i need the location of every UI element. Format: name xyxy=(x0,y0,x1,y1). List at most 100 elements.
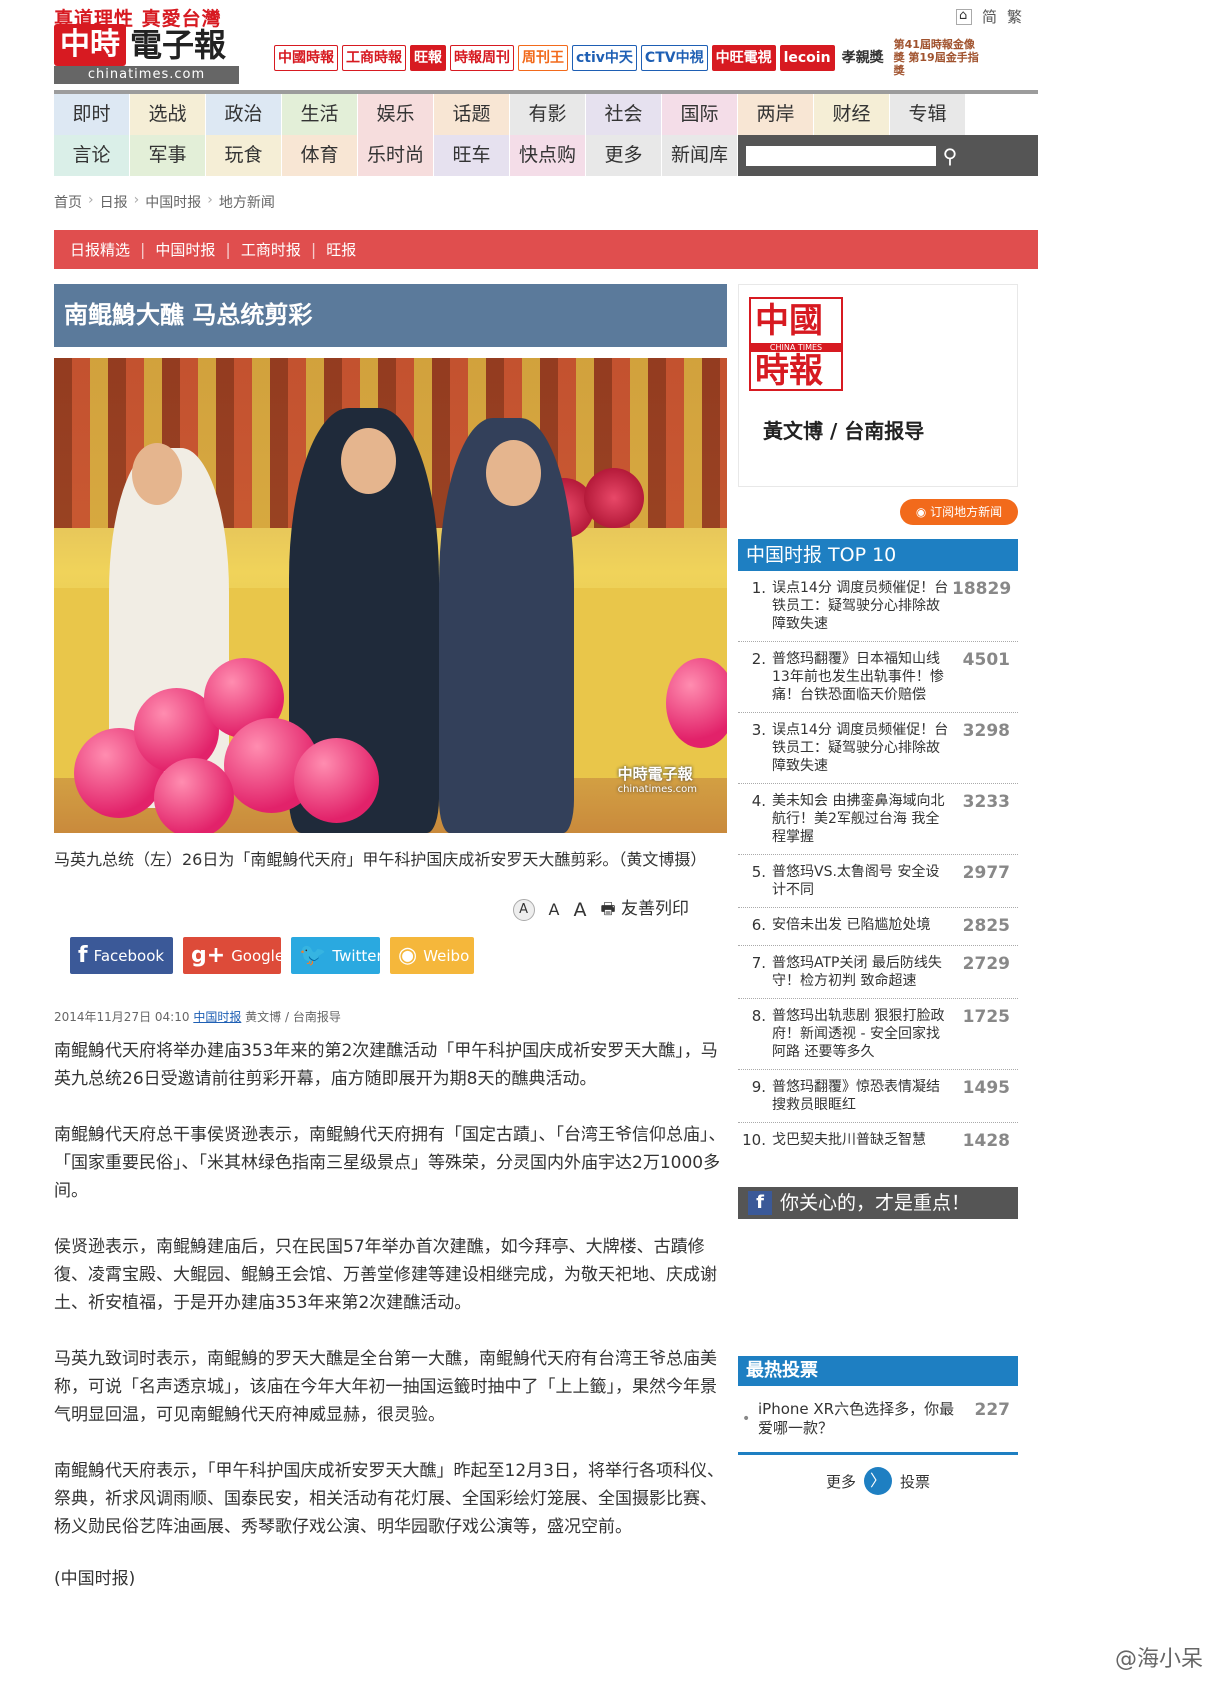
subnav-item[interactable]: 日报精选 xyxy=(70,239,130,260)
partner-link[interactable]: 中國時報 xyxy=(274,44,338,71)
breadcrumb-item[interactable]: 首页 xyxy=(54,192,82,212)
share-google-button[interactable]: g+ Google+ xyxy=(183,937,297,974)
font-size-large[interactable]: A xyxy=(573,899,586,921)
partner-link[interactable]: 周刊王 xyxy=(518,44,568,71)
nav-item[interactable]: 军事 xyxy=(130,135,206,176)
subnav-item[interactable]: 工商时报 xyxy=(241,239,301,260)
nav-item[interactable]: 有影 xyxy=(510,94,586,135)
partner-link[interactable]: lecoin xyxy=(779,44,835,71)
list-item[interactable]: 10. 戈巴契夫批川普缺乏智慧 1428 xyxy=(738,1123,1018,1161)
search-bar: ⚲ xyxy=(738,135,1038,176)
balloon xyxy=(294,738,379,823)
reporter-box: 中國 CHINA TIMES 時報 黃文博 / 台南报导 xyxy=(738,284,1018,487)
partner-link[interactable]: 時報周刊 xyxy=(450,44,514,71)
nav-item[interactable]: 财经 xyxy=(814,94,890,135)
search-input[interactable] xyxy=(746,145,936,166)
share-facebook-button[interactable]: f Facebook xyxy=(70,937,173,974)
lang-traditional[interactable]: 繁 xyxy=(1007,6,1022,27)
chevron-right-icon: 〉 xyxy=(864,1467,892,1495)
more-votes[interactable]: 更多 〉 投票 xyxy=(738,1467,1018,1495)
article-paragraph: 侯贤逊表示，南鲲鯓建庙后，只在民国57年举办首次建醮，如今拜亭、大牌楼、古蹟修復… xyxy=(54,1237,717,1313)
share-twitter-button[interactable]: 🐦 Twitter xyxy=(291,937,383,974)
nav-item[interactable]: 即时 xyxy=(54,94,130,135)
nav-item[interactable]: 快点购 xyxy=(510,135,586,176)
nav-item[interactable]: 选战 xyxy=(130,94,206,135)
article-main: 南鲲鯓大醮 马总统剪彩 中時電子報 chinatimes.com 马英九总统（左… xyxy=(54,284,727,1593)
nav-item[interactable]: 政治 xyxy=(206,94,282,135)
person-head xyxy=(486,440,541,506)
nav-item[interactable]: 两岸 xyxy=(738,94,814,135)
breadcrumb-item[interactable]: 日报 xyxy=(100,192,128,212)
list-item[interactable]: 7. 普悠玛ATP关闭 最后防线失守！检方初判 致命超速 2729 xyxy=(738,946,1018,999)
top10-list: 1. 误点14分 调度员频催促！台铁员工：疑驾驶分心排除故障致失速 18829 2.… xyxy=(738,571,1018,1161)
nav-item[interactable]: 娱乐 xyxy=(358,94,434,135)
list-item[interactable]: 6. 安倍未出发 已陷尴尬处境 2825 xyxy=(738,908,1018,946)
list-item[interactable]: 8. 普悠玛出轨悲剧 狠狠打脸政府！新闻透视 - 安全回家找阿路 还要等多久 172… xyxy=(738,999,1018,1070)
list-item[interactable]: 1. 误点14分 调度员频催促！台铁员工：疑驾驶分心排除故障致失速 18829 xyxy=(738,571,1018,642)
article-source-note: (中国时报) xyxy=(54,1569,136,1589)
site-header: 真道理性 真愛台灣 中時 電子報 chinatimes.com 中國時報 工商時報… xyxy=(54,0,1038,90)
subscribe-button[interactable]: ◉ 订阅地方新闻 xyxy=(900,499,1018,525)
list-item[interactable]: 9. 普悠玛翻覆》惊恐表情凝结 搜救员眼眶红 1495 xyxy=(738,1070,1018,1123)
article-title: 南鲲鯓大醮 马总统剪彩 xyxy=(54,284,727,347)
site-logo[interactable]: 中時 電子報 chinatimes.com xyxy=(54,24,239,84)
facebook-banner[interactable]: f 你关心的，才是重点！ xyxy=(738,1187,1018,1219)
main-nav: 即时 选战 政治 生活 娱乐 话题 有影 社会 国际 两岸 财经 专辑 xyxy=(54,90,1038,135)
list-item[interactable]: 2. 普悠玛翻覆》日本福知山线13年前也发生出轨事件！惨痛！台铁恐面临天价赔偿 45… xyxy=(738,642,1018,713)
lang-simplified[interactable]: 简 xyxy=(982,6,997,27)
article-paragraph: 南鲲鯓代天府总干事侯贤逊表示，南鲲鯓代天府拥有「国定古蹟」、「台湾王爷信仰总庙」… xyxy=(54,1125,726,1201)
partner-links: 中國時報 工商時報 旺報 時報周刊 周刊王 ctiv中天 CTV中視 中旺電視 … xyxy=(274,34,983,81)
article-source-link[interactable]: 中国时报 xyxy=(193,1010,241,1024)
share-bar: f Facebook g+ Google+ 🐦 Twitter ◉ Weibo xyxy=(54,937,727,974)
reporter-name: 黃文博 / 台南报导 xyxy=(763,419,925,443)
list-item[interactable]: 3. 误点14分 调度员频催促！台铁员工：疑驾驶分心排除故障致失速 3298 xyxy=(738,713,1018,784)
nav-item[interactable]: 专辑 xyxy=(890,94,966,135)
partner-link[interactable]: 中旺電視 xyxy=(711,44,776,71)
photo-watermark: 中時電子報 chinatimes.com xyxy=(617,765,697,795)
partner-link[interactable]: 旺報 xyxy=(410,44,446,71)
nav-item[interactable]: 言论 xyxy=(54,135,130,176)
nav-item[interactable]: 国际 xyxy=(662,94,738,135)
person-head xyxy=(341,428,396,494)
rss-icon: ◉ xyxy=(915,505,927,519)
nav-item[interactable]: 话题 xyxy=(434,94,510,135)
subnav-item[interactable]: 中国时报 xyxy=(155,239,215,260)
person-head xyxy=(132,443,182,505)
logo-box: 中時 xyxy=(54,24,126,66)
nav-item[interactable]: 新闻库 xyxy=(662,135,738,176)
china-times-logo: 中國 CHINA TIMES 時報 xyxy=(749,297,843,391)
sidebar: 中國 CHINA TIMES 時報 黃文博 / 台南报导 ◉ 订阅地方新闻 中国… xyxy=(738,284,1018,1495)
font-size-small[interactable]: A xyxy=(512,898,535,921)
nav-item[interactable]: 社会 xyxy=(586,94,662,135)
flower-arrangement xyxy=(584,468,644,528)
breadcrumb-item[interactable]: 地方新闻 xyxy=(219,192,275,212)
nav-item[interactable]: 旺车 xyxy=(434,135,510,176)
article-photo: 中時電子報 chinatimes.com xyxy=(54,358,727,833)
balloon xyxy=(666,658,727,748)
print-icon: 🖶 xyxy=(600,899,616,918)
list-item[interactable]: 4. 美未知会 由拂銮鼻海域向北航行！美2军舰过台海 我全程掌握 3233 xyxy=(738,784,1018,855)
partner-link[interactable]: ctiv中天 xyxy=(572,44,637,71)
list-item[interactable]: 5. 普悠玛VS.太鲁阁号 安全设计不同 2977 xyxy=(738,855,1018,908)
vote-item[interactable]: iPhone XR六色选择多，你最爱哪一款？ 227 xyxy=(738,1386,1018,1455)
article-meta: 2014年11月27日 04:10 中国时报 黄文博 / 台南报导 xyxy=(54,1008,727,1025)
search-icon[interactable]: ⚲ xyxy=(936,142,964,170)
photo-caption: 马英九总统（左）26日为「南鲲鯓代天府」甲午科护国庆成祈安罗天大醮剪彩。（黄文博… xyxy=(54,850,707,869)
breadcrumb-item[interactable]: 中国时报 xyxy=(145,192,201,212)
nav-item[interactable]: 乐时尚 xyxy=(358,135,434,176)
nav-item[interactable]: 玩食 xyxy=(206,135,282,176)
partner-link[interactable]: 第41屆時報金像獎 第19屆金手指獎 xyxy=(891,34,983,81)
partner-link[interactable]: CTV中視 xyxy=(640,44,708,71)
share-weibo-button[interactable]: ◉ Weibo xyxy=(390,937,474,974)
balloon xyxy=(154,758,234,833)
nav-item[interactable]: 更多 xyxy=(586,135,662,176)
nav-item[interactable]: 体育 xyxy=(282,135,358,176)
nav-item[interactable]: 生活 xyxy=(282,94,358,135)
home-icon[interactable] xyxy=(955,8,972,25)
partner-link[interactable]: 孝親獎 xyxy=(839,46,887,70)
print-button[interactable]: 🖶 友善列印 xyxy=(600,894,689,925)
article-date: 2014年11月27日 04:10 xyxy=(54,1010,190,1024)
partner-link[interactable]: 工商時報 xyxy=(342,44,406,71)
subnav-item[interactable]: 旺报 xyxy=(326,239,356,260)
font-size-medium[interactable]: A xyxy=(549,900,560,919)
